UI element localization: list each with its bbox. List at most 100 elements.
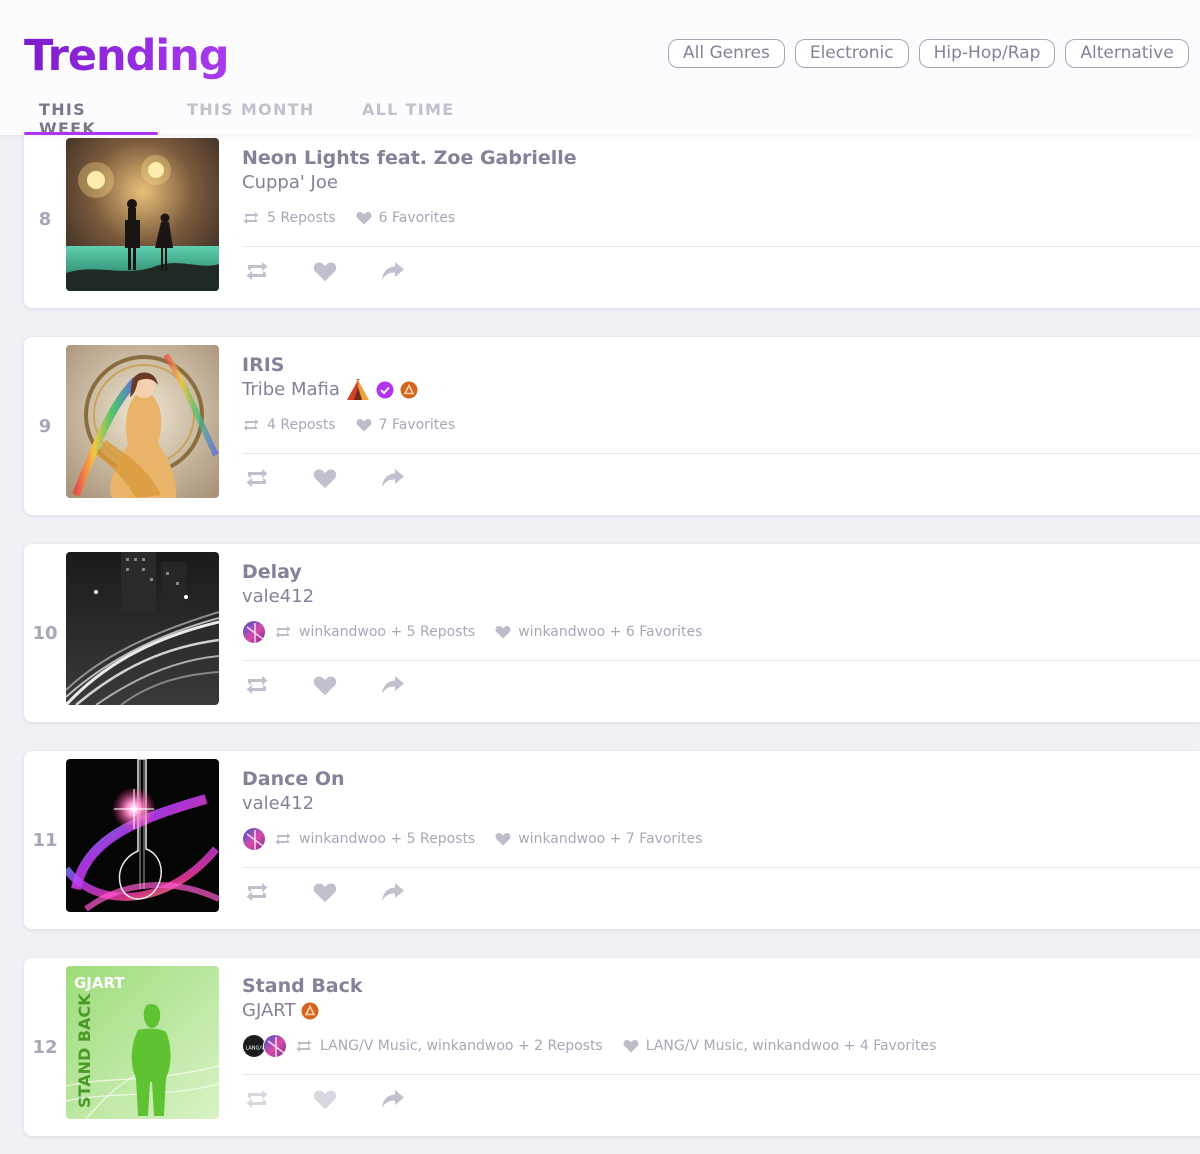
favorite-count[interactable]: winkandwoo + 6 Favorites: [495, 624, 702, 640]
share-button[interactable]: [380, 1086, 406, 1112]
favorite-count[interactable]: 6 Favorites: [356, 210, 455, 226]
artwork-stand-back: GJART STAND BACK: [66, 966, 219, 1119]
share-icon: [382, 676, 404, 694]
genre-pill-alternative[interactable]: Alternative: [1065, 39, 1189, 68]
track-info: Delay vale412 winkandwoo + 5 Reposts win…: [242, 560, 1200, 644]
favorite-button[interactable]: [312, 465, 338, 491]
repost-button[interactable]: [244, 879, 270, 905]
repost-button[interactable]: [244, 1086, 270, 1112]
track-title[interactable]: Delay: [242, 560, 1200, 585]
repost-icon: [275, 626, 291, 638]
track-artwork[interactable]: [66, 552, 219, 705]
heart-icon: [313, 676, 337, 695]
reposter-avatars[interactable]: [242, 827, 266, 851]
artist-name[interactable]: vale412: [242, 585, 314, 609]
track-card[interactable]: 8 Neon Lights feat. Zoe Gabrielle Cuppa'…: [24, 130, 1200, 308]
repost-icon: [246, 676, 268, 694]
tab-all-time[interactable]: ALL TIME: [333, 96, 493, 135]
track-actions: [244, 1086, 406, 1112]
reposter-avatars[interactable]: LANG/V: [242, 1034, 287, 1058]
track-actions: [244, 672, 406, 698]
share-button[interactable]: [380, 258, 406, 284]
track-artist: Tribe Mafia: [242, 378, 1200, 402]
repost-count[interactable]: 5 Reposts: [242, 210, 336, 226]
track-rank: 11: [32, 829, 58, 851]
repost-icon: [246, 883, 268, 901]
repost-icon: [296, 1040, 312, 1052]
track-rank: 12: [32, 1036, 58, 1058]
favorite-button[interactable]: [312, 879, 338, 905]
track-rank: 9: [38, 415, 52, 437]
track-card[interactable]: 12 GJART STAND BACK Stand Back GJART LAN…: [24, 958, 1200, 1136]
card-divider: [242, 660, 1200, 661]
share-button[interactable]: [380, 879, 406, 905]
artwork-delay: [66, 552, 219, 705]
track-rank: 8: [38, 208, 52, 230]
favorite-button[interactable]: [312, 672, 338, 698]
share-button[interactable]: [380, 672, 406, 698]
track-card[interactable]: 9 IRIS Tribe Mafia 4 Reposts 7 Favorites: [24, 337, 1200, 515]
track-artist: GJART: [242, 999, 1200, 1023]
track-card[interactable]: 11 Dance On vale412 winkandwoo + 5 Repos…: [24, 751, 1200, 929]
track-artwork[interactable]: [66, 759, 219, 912]
tab-this-month[interactable]: THIS MONTH: [158, 96, 333, 135]
track-artwork[interactable]: GJART STAND BACK: [66, 966, 219, 1119]
avatar: [242, 827, 266, 851]
favorite-count[interactable]: 7 Favorites: [356, 417, 455, 433]
track-stats: LANG/V LANG/V Music, winkandwoo + 2 Repo…: [242, 1034, 1200, 1058]
favorite-button[interactable]: [312, 1086, 338, 1112]
genre-pill-all-genres[interactable]: All Genres: [668, 39, 785, 68]
repost-count[interactable]: winkandwoo + 5 Reposts: [274, 831, 475, 847]
genre-filter: All Genres Electronic Hip-Hop/Rap Altern…: [668, 39, 1200, 68]
repost-button[interactable]: [244, 672, 270, 698]
tier-badge-icon: [400, 381, 418, 399]
track-artist: vale412: [242, 585, 1200, 609]
track-artist: Cuppa' Joe: [242, 171, 1200, 195]
genre-pill-electronic[interactable]: Electronic: [794, 39, 909, 68]
repost-button[interactable]: [244, 258, 270, 284]
track-title[interactable]: IRIS: [242, 353, 1200, 378]
repost-count[interactable]: LANG/V Music, winkandwoo + 2 Reposts: [295, 1038, 603, 1054]
favorite-count[interactable]: winkandwoo + 7 Favorites: [495, 831, 702, 847]
share-icon: [382, 883, 404, 901]
repost-count[interactable]: winkandwoo + 5 Reposts: [274, 624, 475, 640]
tab-this-week[interactable]: THIS WEEK: [24, 96, 158, 138]
heart-icon: [356, 419, 372, 432]
tent-emoji: [346, 379, 370, 401]
repost-icon: [275, 833, 291, 845]
art-title-text: STAND BACK: [75, 993, 94, 1108]
repost-count[interactable]: 4 Reposts: [242, 417, 336, 433]
heart-icon: [313, 469, 337, 488]
track-title[interactable]: Dance On: [242, 767, 1200, 792]
track-title[interactable]: Neon Lights feat. Zoe Gabrielle: [242, 146, 1200, 171]
heart-icon: [313, 1090, 337, 1109]
track-card[interactable]: 10 Delay vale412 winkandwoo + 5 Reposts …: [24, 544, 1200, 722]
heart-icon: [495, 626, 511, 639]
artist-name[interactable]: Cuppa' Joe: [242, 171, 338, 195]
track-artwork[interactable]: [66, 345, 219, 498]
track-info: Stand Back GJART LANG/V LANG/V Music, wi…: [242, 974, 1200, 1058]
track-artwork[interactable]: [66, 138, 219, 291]
track-artist: vale412: [242, 792, 1200, 816]
artist-name[interactable]: GJART: [242, 999, 295, 1023]
favorite-count[interactable]: LANG/V Music, winkandwoo + 4 Favorites: [623, 1038, 936, 1054]
artwork-dance-on: [66, 759, 219, 912]
heart-icon: [356, 212, 372, 225]
track-title[interactable]: Stand Back: [242, 974, 1200, 999]
card-divider: [242, 1074, 1200, 1075]
genre-pill-hip-hop-rap[interactable]: Hip-Hop/Rap: [918, 39, 1056, 68]
repost-icon: [246, 1090, 268, 1108]
card-divider: [242, 453, 1200, 454]
repost-button[interactable]: [244, 465, 270, 491]
heart-icon: [313, 883, 337, 902]
artist-name[interactable]: vale412: [242, 792, 314, 816]
artist-name[interactable]: Tribe Mafia: [242, 378, 340, 402]
reposter-avatars[interactable]: [242, 620, 266, 644]
share-button[interactable]: [380, 465, 406, 491]
favorite-button[interactable]: [312, 258, 338, 284]
repost-icon: [243, 212, 259, 224]
artwork-neon-lights: [66, 138, 219, 291]
track-actions: [244, 258, 406, 284]
repost-icon: [243, 419, 259, 431]
heart-icon: [623, 1040, 639, 1053]
